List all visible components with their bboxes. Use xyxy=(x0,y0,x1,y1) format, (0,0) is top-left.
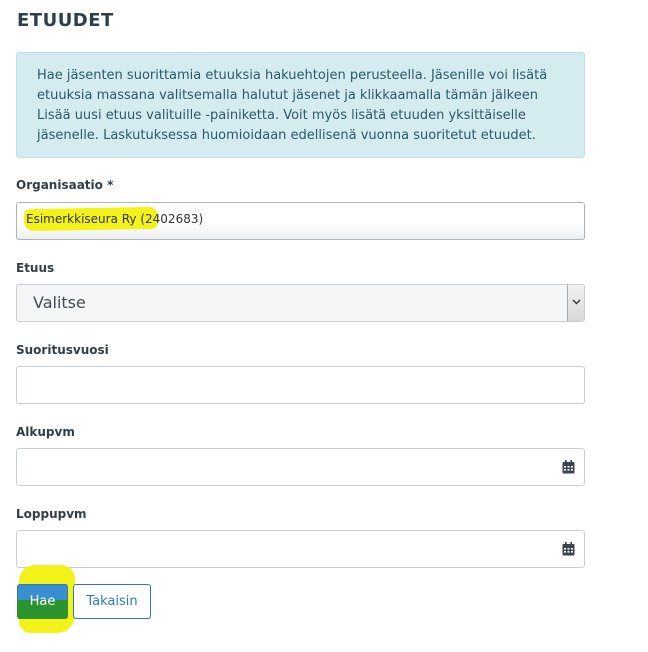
info-line: Lisää uusi etuus valituille -painiketta.… xyxy=(37,108,526,123)
search-button-label[interactable]: Hae xyxy=(17,584,68,619)
end-date-input[interactable] xyxy=(16,530,585,568)
calendar-icon[interactable] xyxy=(562,460,575,474)
organisation-label: Organisaatio * xyxy=(16,178,114,192)
year-label: Suoritusvuosi xyxy=(16,343,109,357)
year-input[interactable] xyxy=(16,366,585,404)
info-line: etuuksia massana valitsemalla halutut jä… xyxy=(37,88,538,103)
benefit-label: Etuus xyxy=(16,261,55,275)
dropdown-arrow-button[interactable] xyxy=(567,285,584,321)
info-line: jäsenelle. Laskutuksessa huomioidaan ede… xyxy=(37,128,536,143)
organisation-value: Esimerkkiseura Ry (2402683) xyxy=(26,212,204,226)
start-date-input[interactable] xyxy=(16,448,585,486)
start-date-label: Alkupvm xyxy=(16,425,75,439)
page-title: ETUUDET xyxy=(17,10,114,31)
benefit-select[interactable]: Valitse xyxy=(16,284,585,322)
calendar-icon[interactable] xyxy=(562,542,575,556)
organisation-value-wrap: Esimerkkiseura Ry (2402683) xyxy=(16,202,585,240)
info-line: Hae jäsenten suorittamia etuuksia hakueh… xyxy=(37,68,548,83)
info-alert: Hae jäsenten suorittamia etuuksia hakueh… xyxy=(16,52,585,158)
end-date-label: Loppupvm xyxy=(16,507,87,521)
benefit-select-value: Valitse xyxy=(33,293,86,312)
back-button[interactable]: Takaisin xyxy=(73,584,151,619)
chevron-down-icon xyxy=(572,299,581,305)
